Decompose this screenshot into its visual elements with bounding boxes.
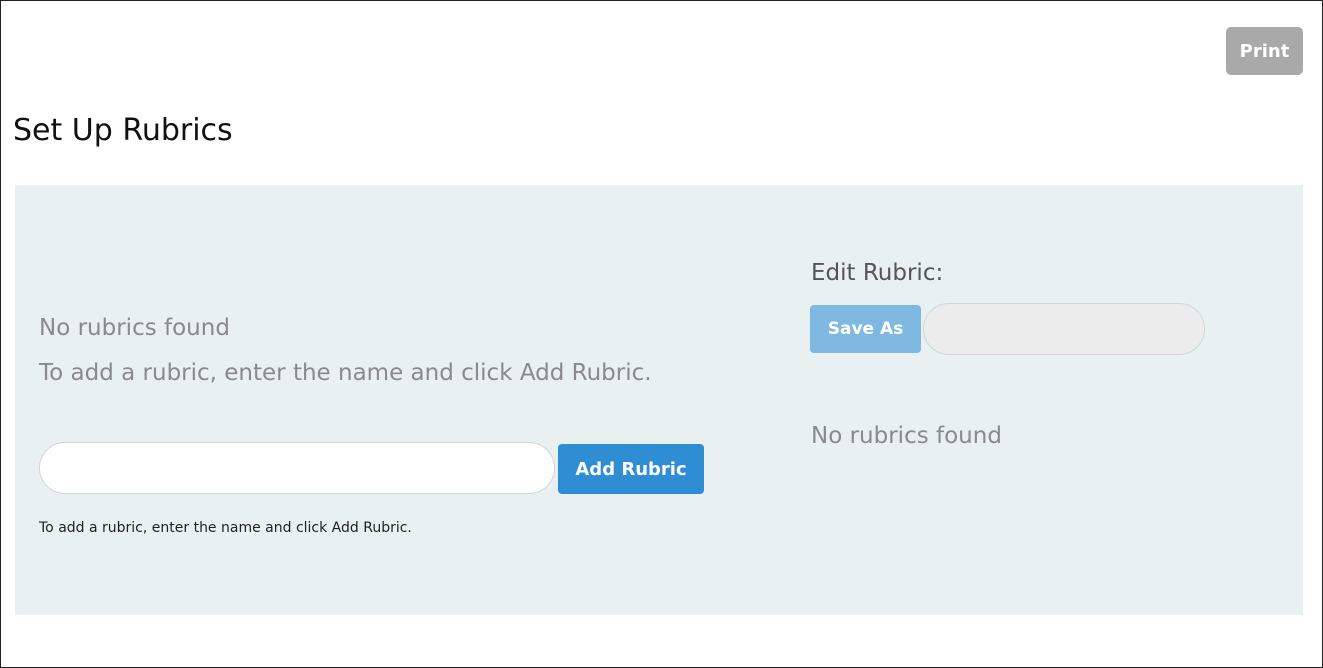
page-frame: Print Set Up Rubrics No rubrics found To… — [0, 0, 1323, 668]
edit-no-rubrics-message: No rubrics found — [811, 423, 1002, 449]
add-rubric-instructions: To add a rubric, enter the name and clic… — [39, 360, 652, 386]
save-as-button[interactable]: Save As — [810, 305, 921, 353]
add-rubric-help-text: To add a rubric, enter the name and clic… — [39, 520, 412, 536]
rubric-name-input[interactable] — [39, 442, 555, 494]
edit-rubric-label: Edit Rubric: — [811, 260, 944, 286]
rubrics-panel: No rubrics found To add a rubric, enter … — [15, 185, 1303, 615]
save-as-name-input[interactable] — [923, 303, 1205, 355]
page-title: Set Up Rubrics — [13, 113, 233, 148]
print-button[interactable]: Print — [1226, 27, 1303, 75]
no-rubrics-message: No rubrics found — [39, 315, 230, 341]
add-rubric-button[interactable]: Add Rubric — [558, 444, 704, 494]
